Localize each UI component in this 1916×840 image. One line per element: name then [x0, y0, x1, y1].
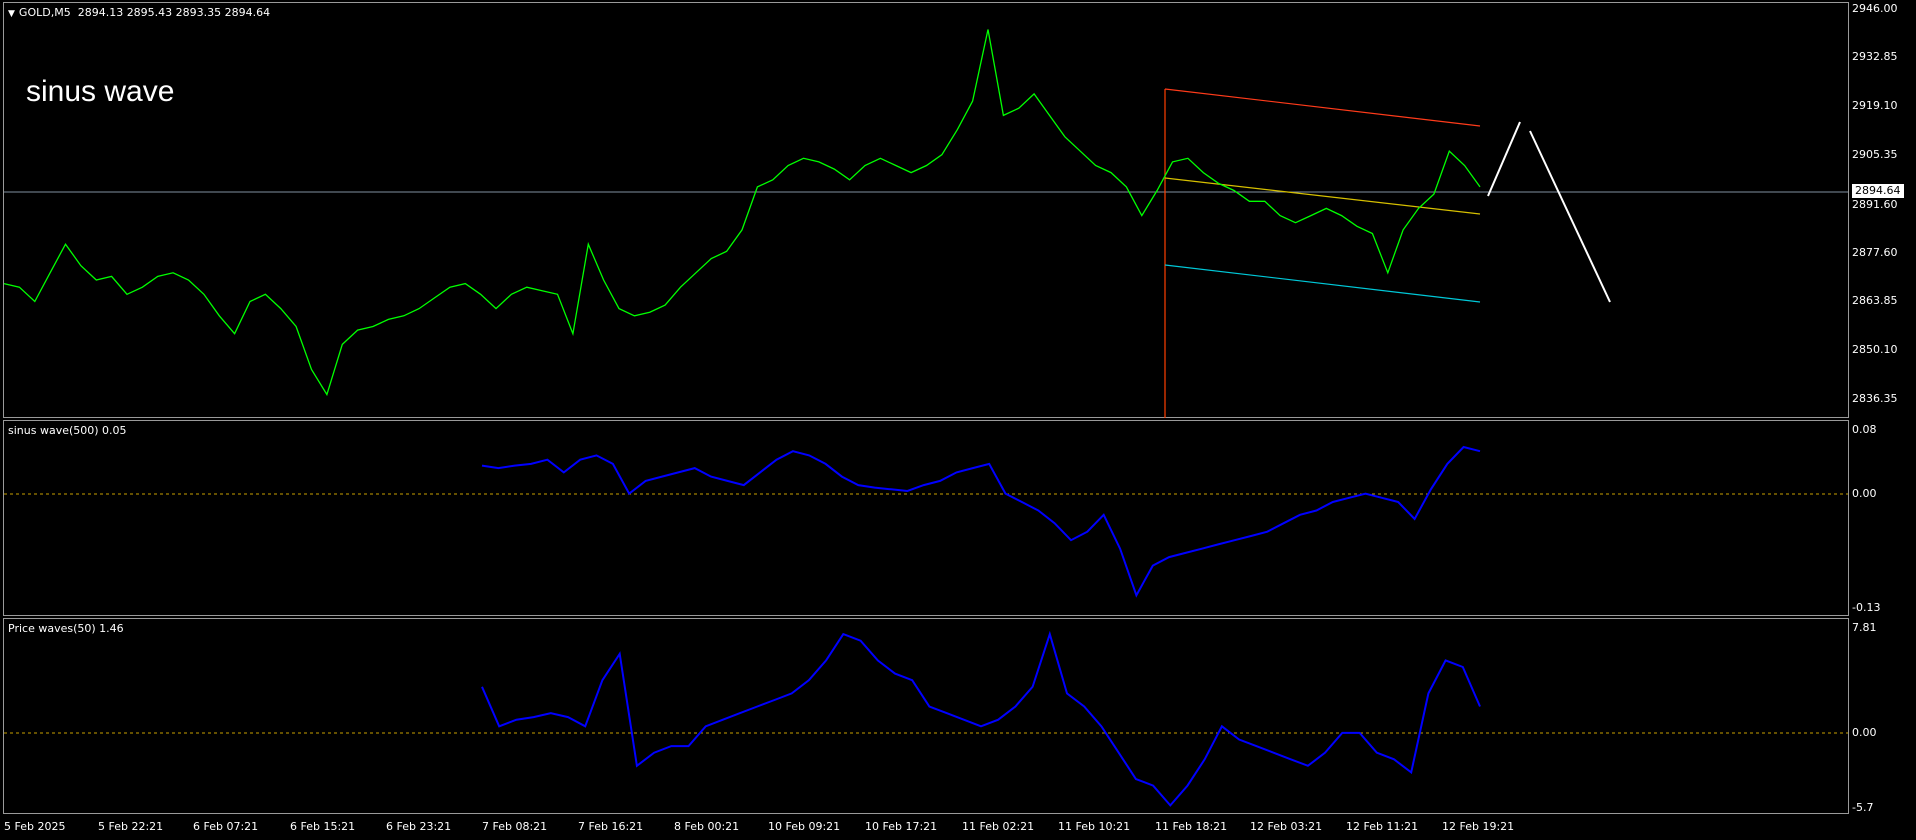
projection-line-down[interactable] — [1529, 130, 1611, 303]
channel-bottom-line[interactable] — [1164, 264, 1481, 303]
sinus-wave-series-line — [481, 445, 1481, 598]
channel-top-line[interactable] — [1164, 88, 1481, 127]
chart-drawing-layer — [3, 29, 1848, 807]
price-waves-series-line — [481, 630, 1481, 807]
price-series-line — [3, 29, 1481, 397]
projection-line-up[interactable] — [1487, 121, 1521, 197]
